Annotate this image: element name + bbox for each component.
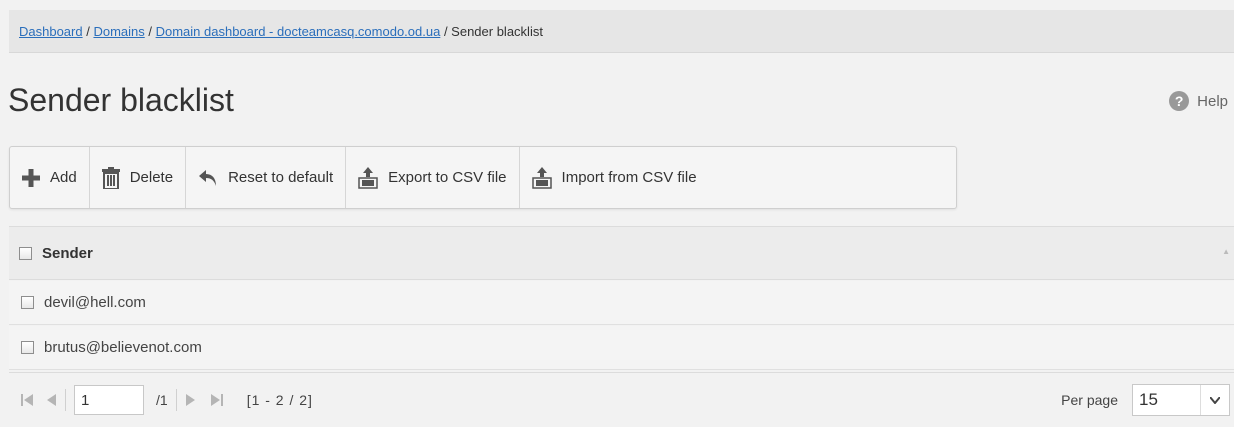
breadcrumb-current: Sender blacklist [451,24,543,39]
undo-arrow-icon [198,169,218,187]
table-row[interactable]: brutus@believenot.com [9,326,1234,370]
previous-page-icon[interactable] [47,394,57,406]
import-button-label: Import from CSV file [561,169,697,186]
breadcrumb-link-dashboard[interactable]: Dashboard [19,24,83,39]
trash-icon [101,166,120,189]
row-checkbox[interactable] [21,296,34,309]
reset-button-label: Reset to default [228,169,334,186]
breadcrumb-link-domains[interactable]: Domains [93,24,144,39]
page-title: Sender blacklist [8,82,234,118]
next-page-icon[interactable] [185,394,195,406]
breadcrumb-separator: / [440,24,452,39]
divider [65,389,66,411]
delete-button[interactable]: Delete [90,147,187,208]
breadcrumb-separator: / [82,24,94,39]
grid-header: Sender ▲ [9,226,1234,280]
import-csv-button[interactable]: Import from CSV file [520,147,709,208]
per-page-label: Per page [1061,392,1118,408]
last-page-icon[interactable] [209,394,223,406]
page-number-input[interactable] [74,385,144,415]
first-page-icon[interactable] [21,394,35,406]
select-all-checkbox[interactable] [19,246,32,260]
reset-to-default-button[interactable]: Reset to default [186,147,347,208]
per-page-select[interactable]: 15 [1132,384,1230,416]
table-row[interactable]: devil@hell.com [9,281,1234,325]
help-icon: ? [1169,91,1190,111]
add-button-label: Add [50,169,77,186]
total-pages: /1 [156,392,168,408]
csv-export-icon [358,166,378,189]
plus-icon [22,168,40,187]
per-page-value: 15 [1139,390,1158,409]
help-link[interactable]: ? Help [1169,91,1228,111]
chevron-down-icon [1200,385,1229,415]
divider [175,389,177,411]
breadcrumb-link-domain-dashboard[interactable]: Domain dashboard - docteamcasq.comodo.od… [156,24,441,39]
sort-ascending-icon[interactable]: ▲ [1222,247,1230,256]
breadcrumb-separator: / [144,24,156,39]
export-csv-button[interactable]: Export to CSV file [346,147,520,208]
sender-email: devil@hell.com [44,294,146,311]
sender-email: brutus@believenot.com [44,339,202,356]
add-button[interactable]: Add [10,147,90,208]
row-checkbox[interactable] [21,341,34,354]
pagination-bar: /1 [1 - 2 / 2] Per page 15 [9,372,1234,427]
csv-import-icon [531,166,552,189]
toolbar: Add Delete Reset to default Export to CS… [9,146,957,209]
record-range: [1 - 2 / 2] [246,392,313,408]
help-label: Help [1197,92,1228,110]
sender-column-header[interactable]: Sender [42,245,93,262]
delete-button-label: Delete [129,169,174,186]
breadcrumb: Dashboard / Domains / Domain dashboard -… [9,10,1234,53]
export-button-label: Export to CSV file [388,169,507,186]
